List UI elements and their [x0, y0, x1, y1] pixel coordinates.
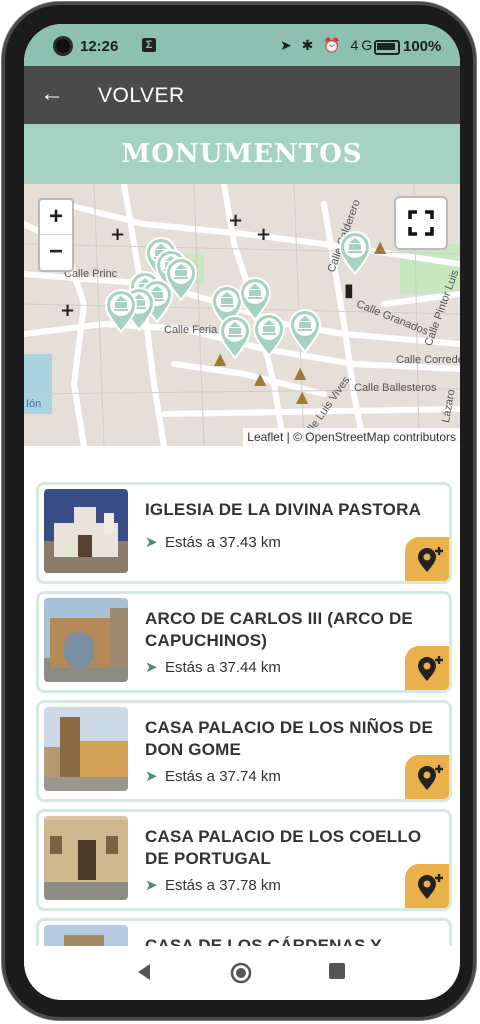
front-camera — [56, 39, 70, 53]
svg-text:+: + — [256, 224, 271, 245]
battery-icon — [374, 40, 400, 55]
svg-text:▲: ▲ — [294, 363, 307, 382]
zoom-control: + − — [38, 198, 74, 272]
navigation-icon: ➤ — [145, 877, 158, 894]
monument-distance: ➤ Estás a 37.74 km — [145, 767, 281, 785]
svg-text:▲: ▲ — [374, 237, 387, 256]
add-location-icon — [418, 765, 443, 790]
monument-distance: ➤ Estás a 37.44 km — [145, 658, 281, 676]
street-label: Ión — [26, 398, 42, 410]
map-attribution[interactable]: Leaflet | © OpenStreetMap contributors — [243, 428, 460, 446]
monument-list[interactable]: IGLESIA DE LA DIVINA PASTORA ➤ Estás a 37… — [24, 446, 460, 946]
monument-marker[interactable] — [288, 308, 322, 354]
monument-marker[interactable] — [218, 314, 252, 360]
monument-marker[interactable] — [338, 230, 372, 276]
distance-text: Estás a 37.43 km — [165, 534, 281, 551]
street-label: Calle Corredera — [396, 354, 460, 366]
battery-percent: 100% — [403, 38, 442, 55]
add-to-route-button[interactable] — [405, 755, 449, 799]
monument-card[interactable]: CASA PALACIO DE LOS NIÑOS DE DON GOME ➤ E… — [36, 700, 452, 802]
monument-card[interactable]: ARCO DE CARLOS III (ARCO DE CAPUCHINOS) … — [36, 591, 452, 693]
page-title: MONUMENTOS — [121, 139, 363, 169]
app-notification-icon: Σ — [142, 38, 156, 52]
zoom-out-button[interactable]: − — [40, 235, 72, 269]
add-location-icon — [418, 547, 443, 572]
app-bar: ← VOLVER — [24, 66, 460, 124]
add-location-icon — [418, 874, 443, 899]
zoom-in-button[interactable]: + — [40, 200, 72, 235]
monument-card[interactable]: IGLESIA DE LA DIVINA PASTORA ➤ Estás a 37… — [36, 482, 452, 584]
monument-thumbnail — [44, 598, 128, 682]
status-bar: 12:26 Σ ➤ ✱ ⏰ 4G 100% — [24, 24, 460, 66]
map[interactable]: + + + + ▮ ▲ ▲ ▲ ▲ ▲ Calle Princ Calle Feria Cal… — [24, 184, 460, 446]
monument-name: CASA PALACIO DE LOS NIÑOS DE DON GOME — [145, 718, 434, 759]
monument-card[interactable]: CASA DE LOS CÁRDENAS Y VALDIVIA — [36, 918, 452, 946]
phone-frame: 12:26 Σ ➤ ✱ ⏰ 4G 100% ← VOLVER MONUMENTO… — [2, 2, 476, 1020]
monument-thumbnail — [44, 489, 128, 573]
nav-back-icon[interactable] — [134, 962, 154, 982]
monument-distance: ➤ Estás a 37.78 km — [145, 876, 281, 894]
monument-card[interactable]: CASA PALACIO DE LOS COELLO DE PORTUGAL ➤… — [36, 809, 452, 911]
status-icons: ➤ ✱ ⏰ 4G — [280, 37, 376, 53]
add-to-route-button[interactable] — [405, 864, 449, 908]
fullscreen-button[interactable] — [396, 198, 446, 248]
distance-text: Estás a 37.44 km — [165, 659, 281, 676]
monument-thumbnail — [44, 707, 128, 791]
svg-text:▲: ▲ — [296, 387, 309, 406]
monument-marker[interactable] — [252, 312, 286, 358]
nav-recents-icon[interactable] — [328, 962, 346, 980]
monument-distance: ➤ Estás a 37.43 km — [145, 533, 281, 551]
street-label: Calle Ballesteros — [354, 382, 437, 394]
distance-text: Estás a 37.78 km — [165, 877, 281, 894]
navigation-icon: ➤ — [145, 534, 158, 551]
nav-home-icon[interactable] — [230, 962, 252, 984]
svg-text:▮: ▮ — [344, 280, 354, 301]
add-to-route-button[interactable] — [405, 646, 449, 690]
monument-name: CASA DE LOS CÁRDENAS Y VALDIVIA — [145, 936, 382, 946]
svg-text:▲: ▲ — [254, 369, 267, 388]
section-banner: MONUMENTOS — [24, 124, 460, 184]
monument-thumbnail — [44, 925, 128, 946]
svg-text:+: + — [110, 224, 125, 245]
svg-text:+: + — [60, 300, 75, 321]
add-location-icon — [418, 656, 443, 681]
monument-marker[interactable] — [104, 288, 138, 334]
svg-text:+: + — [228, 210, 243, 231]
back-label[interactable]: VOLVER — [98, 84, 185, 108]
monument-name: IGLESIA DE LA DIVINA PASTORA — [145, 500, 422, 519]
monument-name: CASA PALACIO DE LOS COELLO DE PORTUGAL — [145, 827, 422, 868]
system-nav-bar — [24, 946, 460, 1000]
monument-name: ARCO DE CARLOS III (ARCO DE CAPUCHINOS) — [145, 609, 413, 650]
add-to-route-button[interactable] — [405, 537, 449, 581]
navigation-icon: ➤ — [145, 659, 158, 676]
screen: 12:26 Σ ➤ ✱ ⏰ 4G 100% ← VOLVER MONUMENTO… — [24, 24, 460, 1000]
navigation-icon: ➤ — [145, 768, 158, 785]
fullscreen-icon — [408, 210, 434, 236]
distance-text: Estás a 37.74 km — [165, 768, 281, 785]
status-time: 12:26 — [80, 38, 119, 55]
arrow-left-icon[interactable]: ← — [40, 80, 64, 108]
monument-thumbnail — [44, 816, 128, 900]
